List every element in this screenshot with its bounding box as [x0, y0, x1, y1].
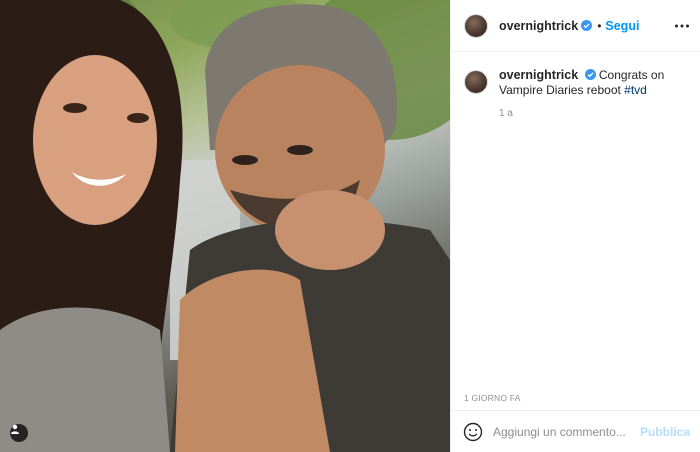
- header-username[interactable]: overnightrick: [499, 19, 578, 33]
- user-silhouette: [11, 424, 19, 434]
- caption-hashtag[interactable]: #tvd: [624, 83, 647, 97]
- header-dot: •: [597, 18, 602, 33]
- photo-illustration: [0, 0, 450, 452]
- add-comment-bar: Pubblica: [451, 410, 700, 452]
- post-photo[interactable]: [0, 0, 450, 452]
- caption-time: 1 a: [499, 108, 513, 119]
- more-options-icon[interactable]: [674, 18, 690, 34]
- publish-button[interactable]: Pubblica: [640, 425, 690, 439]
- post-header: overnightrick • Segui: [451, 0, 700, 52]
- avatar[interactable]: [464, 13, 488, 38]
- caption-body: overnightrick Congrats on Vampire Diarie…: [499, 68, 690, 98]
- verified-badge-icon: [581, 20, 593, 31]
- follow-button[interactable]: Segui: [605, 19, 639, 33]
- emoji-icon[interactable]: [463, 422, 483, 442]
- post-date[interactable]: 1 GIORNO FA: [464, 393, 521, 403]
- verified-badge-icon: [584, 69, 596, 80]
- caption-avatar[interactable]: [464, 70, 488, 94]
- user-tag-icon[interactable]: [10, 424, 28, 442]
- caption-comment: overnightrick Congrats on Vampire Diarie…: [464, 68, 690, 98]
- post-side-panel: overnightrick • Segui overnightrick Cong…: [450, 0, 700, 452]
- comment-input[interactable]: [493, 424, 633, 439]
- caption-username[interactable]: overnightrick: [499, 68, 578, 82]
